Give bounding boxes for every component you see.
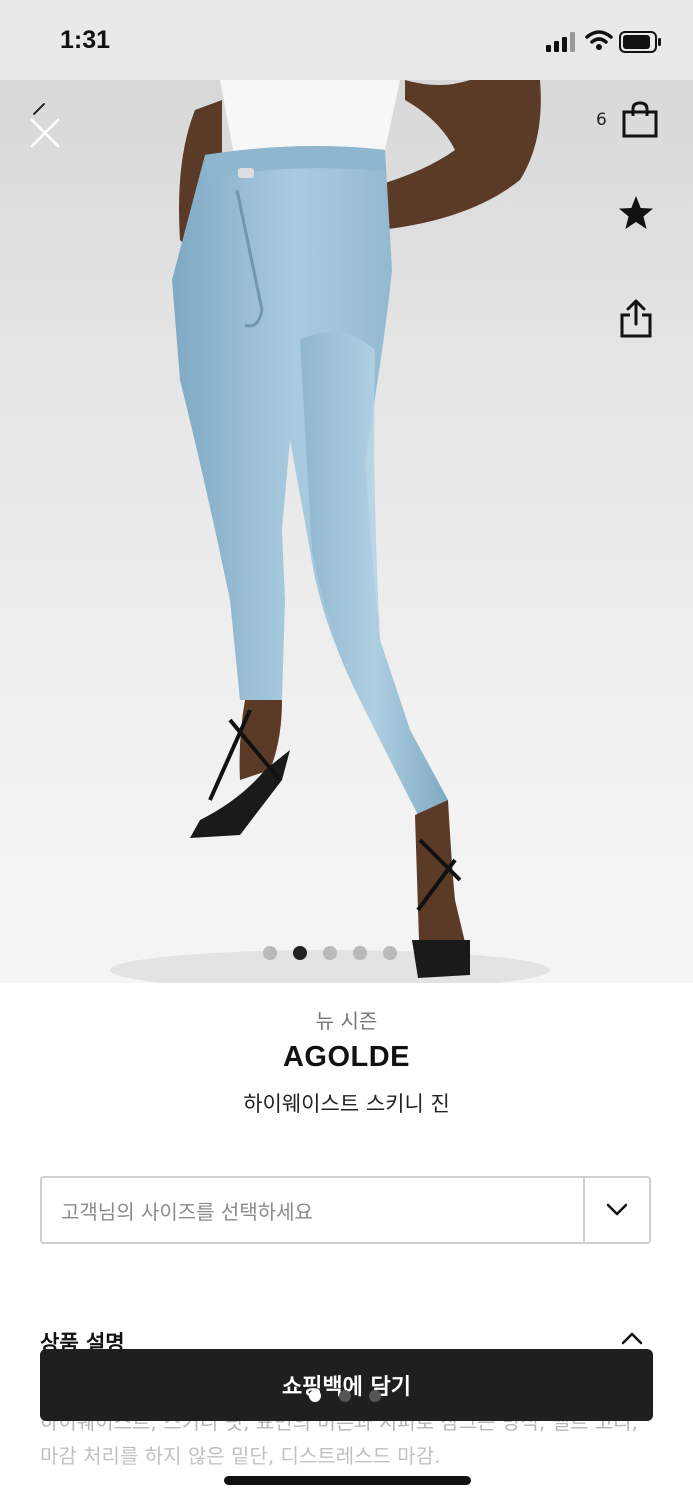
pagination-dot-active[interactable] <box>293 946 307 960</box>
overlay-dot <box>339 1390 351 1402</box>
pagination-dot[interactable] <box>353 946 367 960</box>
size-dropdown-toggle[interactable] <box>583 1178 649 1242</box>
wifi-icon <box>585 30 613 50</box>
product-name: 하이웨이스트 스키니 진 <box>243 1092 450 1116</box>
share-icon <box>620 299 652 338</box>
bag-count: 6 <box>596 110 607 130</box>
season-label: 뉴 시즌 <box>315 1009 378 1033</box>
product-image[interactable] <box>0 80 693 983</box>
status-bar: 1:31 <box>0 0 693 80</box>
overlay-dot-active <box>309 1390 321 1402</box>
home-indicator[interactable] <box>224 1476 471 1485</box>
status-time: 1:31 <box>60 26 111 54</box>
image-pagination <box>263 946 397 960</box>
model-wearing-jeans <box>110 80 550 983</box>
add-to-bag-button[interactable]: 쇼핑백에 담기 <box>40 1349 653 1421</box>
close-icon <box>30 102 60 148</box>
shopping-bag-button[interactable] <box>620 100 660 140</box>
brand-name[interactable]: AGOLDE <box>0 1041 693 1074</box>
button-overlay-dots <box>309 1390 381 1402</box>
battery-icon <box>619 31 661 53</box>
star-icon <box>619 196 653 229</box>
chevron-down-icon <box>606 1203 628 1216</box>
close-button[interactable] <box>26 100 66 150</box>
size-selector-placeholder: 고객님의 사이즈를 선택하세요 <box>61 1199 313 1224</box>
overlay-dot <box>369 1390 381 1402</box>
chevron-up-icon <box>621 1332 643 1345</box>
pagination-dot[interactable] <box>383 946 397 960</box>
pagination-dot[interactable] <box>263 946 277 960</box>
size-selector[interactable]: 고객님의 사이즈를 선택하세요 <box>40 1176 651 1244</box>
favorite-button[interactable] <box>616 193 656 233</box>
shopping-bag-icon <box>622 101 658 138</box>
share-button[interactable] <box>618 298 654 340</box>
cellular-signal-icon <box>546 32 575 52</box>
pagination-dot[interactable] <box>323 946 337 960</box>
